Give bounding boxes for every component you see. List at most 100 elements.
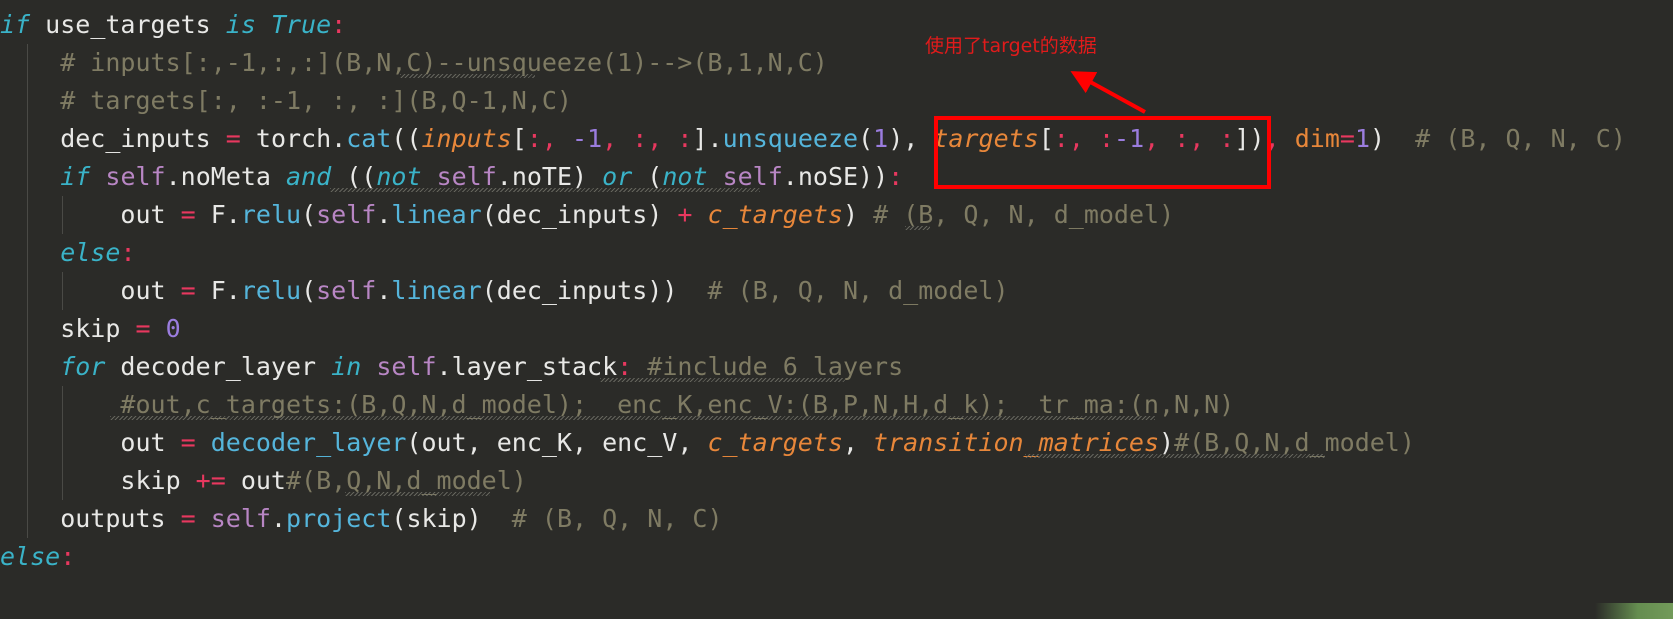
- indent-guide: [62, 272, 63, 310]
- code-token: #include 6 layers: [632, 352, 904, 381]
- code-token: skip: [0, 314, 136, 343]
- code-token: in: [331, 352, 362, 381]
- code-token: self: [316, 200, 377, 229]
- code-token: self: [436, 162, 497, 191]
- code-token: ): [1159, 428, 1175, 457]
- spellcheck-underline: [1025, 454, 1325, 458]
- code-line[interactable]: if self.noMeta and ((not self.noTE) or (…: [0, 158, 1673, 196]
- indent-guide: [27, 158, 28, 196]
- indent-guide: [62, 386, 63, 424]
- code-token: =: [135, 314, 151, 343]
- indent-guide: [27, 500, 28, 538]
- code-token: F.: [195, 200, 241, 229]
- code-token: # (B, Q, N, C): [1385, 124, 1626, 153]
- corner-marker: [1595, 603, 1673, 619]
- code-token: #(B,Q,N,d_model): [1174, 428, 1415, 457]
- code-line[interactable]: skip = 0: [0, 310, 1673, 348]
- code-token: or: [602, 162, 633, 191]
- code-line-text: #out,c_targets:(B,Q,N,d_model); enc_K,en…: [0, 390, 1234, 419]
- code-line[interactable]: # targets[:, :-1, :, :](B,Q-1,N,C): [0, 82, 1673, 120]
- code-token: :: [60, 542, 76, 571]
- indent-guide: [27, 310, 28, 348]
- code-line[interactable]: for decoder_layer in self.layer_stack: #…: [0, 348, 1673, 386]
- code-token: linear: [391, 200, 482, 229]
- code-line[interactable]: out = F.relu(self.linear(dec_inputs) + c…: [0, 196, 1673, 234]
- code-token: #out,c_targets:(B,Q,N,d_model); enc_K,en…: [0, 390, 1235, 419]
- code-editor-content[interactable]: if use_targets is True: # inputs[:,-1,:,…: [0, 0, 1673, 576]
- code-token: (out, enc_K, enc_V,: [406, 428, 708, 457]
- code-token: relu: [240, 200, 302, 229]
- code-token: is: [225, 10, 256, 39]
- code-token: :: [617, 352, 633, 381]
- code-token: self: [722, 162, 783, 191]
- code-token: # (B, Q, N, d_model): [858, 200, 1175, 229]
- code-token: ): [1370, 124, 1386, 153]
- code-token: for: [60, 352, 106, 381]
- code-token: (dec_inputs): [481, 200, 678, 229]
- code-token: =: [180, 200, 196, 229]
- code-token: .: [707, 124, 723, 153]
- code-token: and: [286, 162, 332, 191]
- code-token: 1: [873, 124, 889, 153]
- code-line[interactable]: # inputs[:,-1,:,:](B,N,C)--unsqueeze(1)-…: [0, 44, 1673, 82]
- code-line[interactable]: else:: [0, 234, 1673, 272]
- spellcheck-underline: [905, 226, 930, 230]
- code-token: # targets[:, :-1, :, :](B,Q-1,N,C): [0, 86, 572, 115]
- code-token: skip: [0, 466, 196, 495]
- code-token: ((: [391, 124, 422, 153]
- code-token: :: [120, 238, 136, 267]
- code-line-text: outputs = self.project(skip) # (B, Q, N,…: [0, 504, 723, 533]
- code-token: self: [105, 162, 166, 191]
- code-line[interactable]: if use_targets is True:: [0, 6, 1673, 44]
- code-token: ((: [331, 162, 377, 191]
- code-token: =: [180, 276, 196, 305]
- spellcheck-underline: [330, 188, 760, 192]
- code-line[interactable]: skip += out#(B,Q,N,d_model): [0, 462, 1673, 500]
- code-token: transition_matrices: [873, 428, 1160, 457]
- code-line[interactable]: dec_inputs = torch.cat((inputs[:, -1, :,…: [0, 120, 1673, 158]
- code-token: dec_inputs: [0, 124, 226, 153]
- indent-guide: [62, 424, 63, 462]
- code-token: F.: [195, 276, 241, 305]
- code-line-text: out = F.relu(self.linear(dec_inputs) + c…: [0, 200, 1174, 229]
- code-token: (: [632, 162, 663, 191]
- indent-guide: [27, 44, 28, 82]
- code-token: =: [180, 504, 196, 533]
- code-token: :: [677, 124, 693, 153]
- code-token: -1: [572, 124, 603, 153]
- code-token: dim: [1294, 124, 1340, 153]
- code-line[interactable]: out = F.relu(self.linear(dec_inputs)) # …: [0, 272, 1673, 310]
- code-token: .noMeta: [165, 162, 287, 191]
- code-token: #(B,Q,N,d_model): [286, 466, 527, 495]
- code-token: =: [225, 124, 241, 153]
- code-line[interactable]: else:: [0, 538, 1673, 576]
- code-line[interactable]: out = decoder_layer(out, enc_K, enc_V, c…: [0, 424, 1673, 462]
- code-token: not: [662, 162, 708, 191]
- indent-guide: [27, 348, 28, 386]
- code-token: 0: [165, 314, 181, 343]
- code-token: ,: [602, 124, 618, 153]
- code-line[interactable]: outputs = self.project(skip) # (B, Q, N,…: [0, 500, 1673, 538]
- code-token: else: [0, 542, 61, 571]
- code-editor-screenshot: if use_targets is True: # inputs[:,-1,:,…: [0, 0, 1673, 619]
- code-token: .noSE)): [782, 162, 889, 191]
- code-token: 1: [1354, 124, 1370, 153]
- indent-guide: [62, 196, 63, 234]
- code-token: # (B, Q, N, C): [481, 504, 723, 533]
- code-line[interactable]: #out,c_targets:(B,Q,N,d_model); enc_K,en…: [0, 386, 1673, 424]
- code-token: :,: [526, 124, 557, 153]
- code-token: ),: [888, 124, 934, 153]
- code-line-text: if self.noMeta and ((not self.noTE) or (…: [0, 162, 903, 191]
- code-token: if: [60, 162, 91, 191]
- code-token: .noTE): [496, 162, 603, 191]
